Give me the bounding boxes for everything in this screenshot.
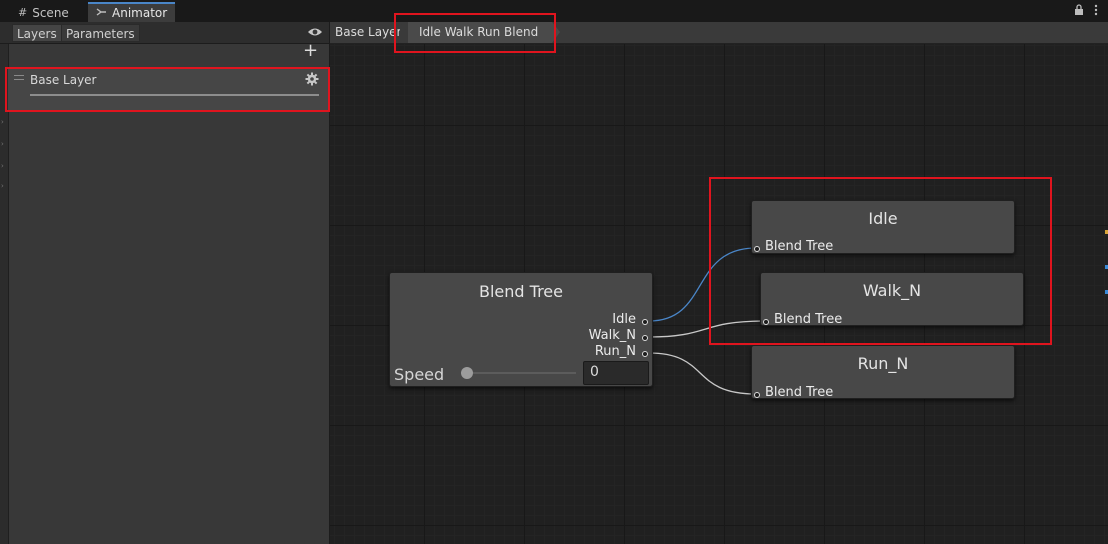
motion-node-sub: Blend Tree [765, 239, 834, 254]
layer-weight-slider[interactable] [30, 94, 319, 96]
input-port[interactable] [754, 392, 760, 398]
grid-icon: # [18, 6, 28, 19]
input-port[interactable] [754, 246, 760, 252]
motion-node-sub: Blend Tree [774, 312, 843, 327]
tab-parameters[interactable]: Parameters [61, 24, 140, 42]
tab-scene[interactable]: # Scene [10, 3, 77, 22]
motion-node-sub: Blend Tree [765, 385, 834, 400]
menu-icon[interactable] [1094, 4, 1098, 19]
output-idle-port[interactable] [642, 319, 648, 325]
breadcrumb-blend[interactable]: Idle Walk Run Blend [408, 22, 561, 43]
gutter-mark: › [1, 140, 4, 148]
breadcrumb: Base Layer Idle Walk Run Blend [330, 22, 1108, 44]
layers-panel: Layers Parameters › › › › + Base Layer [0, 22, 330, 544]
motion-node-idle[interactable]: Idle Blend Tree [751, 200, 1015, 254]
animator-icon [96, 7, 107, 20]
blend-tree-node[interactable]: Blend Tree Idle Walk_N Run_N Speed 0 [389, 272, 653, 387]
tab-animator-label: Animator [112, 6, 168, 20]
window-tab-bar: # Scene Animator [0, 0, 1108, 23]
speed-slider-knob[interactable] [461, 367, 473, 379]
motion-node-title: Walk_N [862, 281, 922, 300]
output-run-port[interactable] [642, 351, 648, 357]
motion-node-walk[interactable]: Walk_N Blend Tree [760, 272, 1024, 327]
speed-value-field[interactable]: 0 [583, 361, 649, 385]
output-idle-label: Idle [612, 312, 636, 327]
window-controls [1074, 4, 1098, 19]
motion-node-run[interactable]: Run_N Blend Tree [751, 345, 1015, 400]
tab-animator[interactable]: Animator [88, 2, 176, 22]
drag-handle-icon[interactable] [14, 75, 24, 80]
output-run-label: Run_N [594, 344, 636, 359]
layer-item-base[interactable]: Base Layer [8, 67, 329, 112]
blend-tree-title: Blend Tree [479, 282, 563, 301]
motion-node-title: Idle [868, 209, 898, 228]
plus-icon: + [303, 40, 319, 61]
add-layer-button[interactable]: + [303, 42, 318, 60]
breadcrumb-separator [400, 22, 407, 43]
layers-panel-tabs: Layers Parameters [0, 22, 329, 44]
breadcrumb-base-layer[interactable]: Base Layer [335, 22, 402, 43]
output-walk-label: Walk_N [588, 328, 636, 343]
gear-icon[interactable] [305, 72, 319, 86]
input-port[interactable] [763, 319, 769, 325]
gutter-mark: › [1, 182, 4, 190]
panel-gutter: › › › › [0, 44, 9, 544]
lock-icon[interactable] [1074, 4, 1084, 19]
gutter-mark: › [1, 118, 4, 126]
parameter-label: Speed [394, 365, 445, 384]
output-walk-port[interactable] [642, 335, 648, 341]
tab-scene-label: Scene [32, 5, 69, 20]
layer-name: Base Layer [30, 73, 97, 87]
speed-slider-track[interactable] [466, 372, 576, 374]
gutter-mark: › [1, 162, 4, 170]
motion-node-title: Run_N [857, 354, 909, 373]
tab-layers[interactable]: Layers [12, 24, 62, 42]
eye-icon[interactable] [307, 25, 323, 39]
